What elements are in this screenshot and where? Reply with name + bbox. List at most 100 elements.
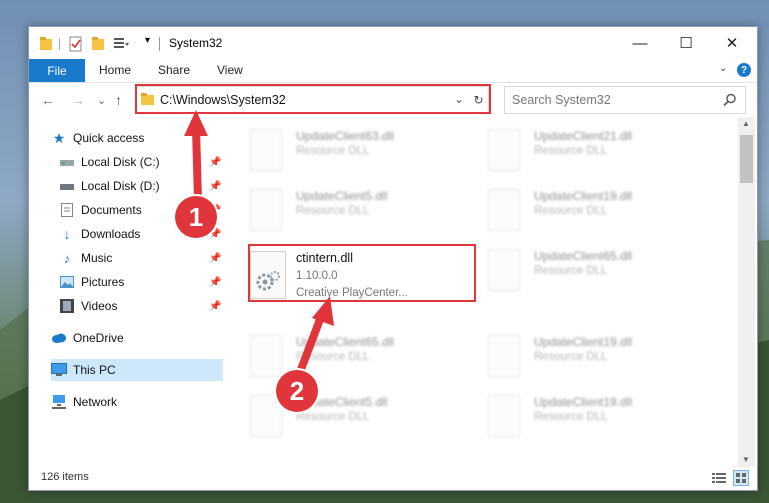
forward-button[interactable]: → [71, 92, 85, 108]
file-type: Resource DLL [534, 265, 608, 277]
help-icon[interactable]: ? [737, 63, 751, 77]
file-type: Resource DLL [534, 351, 608, 363]
details-view-icon[interactable] [711, 471, 727, 485]
minimize-button[interactable]: — [617, 27, 663, 59]
file-tile[interactable]: UpdateClient19.dll Resource DLL [464, 391, 684, 441]
sidebar-item-label: OneDrive [73, 331, 124, 345]
close-icon: ✕ [725, 35, 739, 52]
sidebar-item-pictures[interactable]: Pictures 📌 [59, 271, 223, 293]
expand-ribbon-icon[interactable]: ⌄ [719, 63, 727, 74]
window-title: System32 [169, 36, 223, 50]
tab-view[interactable]: View [217, 63, 243, 77]
file-name: UpdateClient19.dll [534, 335, 633, 349]
sidebar-item-local-disk-c[interactable]: Local Disk (C:) 📌 [59, 151, 223, 173]
dll-file-icon [250, 189, 282, 231]
pin-icon[interactable]: 📌 [209, 277, 221, 288]
search-input[interactable]: Search System32 [512, 93, 611, 107]
network-icon [51, 394, 67, 410]
cloud-icon [51, 330, 67, 346]
sidebar-item-label: Music [81, 251, 113, 265]
sidebar-item-label: Quick access [73, 131, 145, 145]
file-tile[interactable]: UpdateClient5.dll Resource DLL [226, 391, 446, 441]
address-highlight-box [135, 84, 491, 114]
dll-file-icon [250, 129, 282, 171]
step-1-badge: 1 [175, 196, 217, 238]
properties-icon[interactable] [69, 36, 83, 52]
file-name: UpdateClient21.dll [534, 129, 633, 143]
search-icon[interactable] [723, 93, 737, 107]
file-type: Resource DLL [296, 411, 370, 423]
music-icon: ♪ [63, 250, 71, 266]
sidebar-item-videos[interactable]: Videos 📌 [59, 295, 223, 317]
sidebar-item-label: Videos [81, 299, 118, 313]
pictures-icon [59, 274, 75, 290]
file-name: UpdateClient63.dll [296, 129, 395, 143]
documents-icon [59, 202, 75, 218]
scroll-down-icon[interactable]: ▼ [742, 455, 750, 464]
sidebar-item-quick-access[interactable]: ★ Quick access [51, 127, 245, 149]
large-icons-view-icon[interactable] [733, 470, 749, 486]
file-explorer-window: ▾ System32 — ☐ ✕ File Home Share View ⌄ … [28, 26, 758, 491]
navigation-pane: ★ Quick access Local Disk (C:) 📌 Local D… [29, 117, 225, 467]
chevron-down-icon[interactable]: ▾ [145, 35, 150, 51]
sidebar-item-onedrive[interactable]: OneDrive [51, 327, 223, 349]
drive-icon [59, 154, 75, 170]
sidebar-item-label: Documents [81, 203, 142, 217]
file-name: UpdateClient65.dll [296, 335, 395, 349]
star-icon: ★ [52, 129, 66, 146]
sidebar-item-label: Local Disk (D:) [81, 179, 160, 193]
sidebar-item-label: Network [73, 395, 118, 409]
step-2-badge: 2 [276, 370, 318, 412]
vertical-scrollbar[interactable]: ▲ ▼ [738, 117, 755, 467]
sidebar-item-network[interactable]: Network [51, 391, 223, 413]
scroll-up-icon[interactable]: ▲ [742, 119, 750, 128]
minimize-icon: — [632, 34, 648, 52]
file-highlight-box [248, 244, 476, 302]
file-name: UpdateClient5.dll [296, 189, 388, 203]
customize-toolbar-icon[interactable] [113, 36, 129, 52]
close-button[interactable]: ✕ [709, 27, 755, 59]
maximize-icon: ☐ [679, 35, 693, 52]
file-tile[interactable]: UpdateClient5.dll Resource DLL [226, 185, 446, 235]
title-bar: ▾ System32 — ☐ ✕ [29, 27, 757, 59]
recent-locations-button[interactable]: ⌄ [97, 94, 106, 107]
pin-icon[interactable]: 📌 [209, 253, 221, 264]
file-name: UpdateClient19.dll [534, 395, 633, 409]
sidebar-item-music[interactable]: ♪ Music 📌 [59, 247, 223, 269]
pin-icon[interactable]: 📌 [209, 301, 221, 312]
file-type: Resource DLL [534, 205, 608, 217]
sidebar-item-label: Downloads [81, 227, 141, 241]
new-folder-icon[interactable] [91, 36, 105, 52]
file-tile[interactable]: UpdateClient63.dll Resource DLL [226, 125, 446, 175]
back-button[interactable]: ← [41, 92, 55, 108]
file-type: Resource DLL [534, 145, 608, 157]
dll-file-icon [488, 189, 520, 231]
dll-file-icon [488, 249, 520, 291]
file-tile[interactable]: UpdateClient19.dll Resource DLL [464, 331, 684, 381]
pin-icon[interactable]: 📌 [209, 157, 221, 168]
sidebar-item-label: Local Disk (C:) [81, 155, 160, 169]
up-button[interactable]: ↑ [115, 92, 122, 108]
title-separator [159, 37, 160, 51]
file-name: UpdateClient19.dll [534, 189, 633, 203]
downloads-icon: ↓ [63, 226, 71, 242]
tab-share[interactable]: Share [158, 63, 190, 77]
file-type: Resource DLL [296, 145, 370, 157]
file-tile[interactable]: UpdateClient65.dll Resource DLL [226, 331, 446, 381]
maximize-button[interactable]: ☐ [663, 27, 709, 59]
tab-home[interactable]: Home [99, 63, 131, 77]
file-name: UpdateClient65.dll [534, 249, 633, 263]
drive-icon [59, 178, 75, 194]
search-box[interactable]: Search System32 [504, 86, 746, 114]
file-tile[interactable]: UpdateClient65.dll Resource DLL [464, 245, 684, 295]
dll-file-icon [488, 335, 520, 377]
sidebar-item-this-pc[interactable]: This PC [51, 359, 223, 381]
file-tile[interactable]: UpdateClient19.dll Resource DLL [464, 185, 684, 235]
pin-icon[interactable]: 📌 [209, 181, 221, 192]
scrollbar-thumb[interactable] [740, 135, 753, 183]
file-tile[interactable]: UpdateClient21.dll Resource DLL [464, 125, 684, 175]
sidebar-item-local-disk-d[interactable]: Local Disk (D:) 📌 [59, 175, 223, 197]
tab-file[interactable]: File [29, 59, 85, 82]
sidebar-item-label: Pictures [81, 275, 125, 289]
computer-icon [51, 362, 67, 378]
